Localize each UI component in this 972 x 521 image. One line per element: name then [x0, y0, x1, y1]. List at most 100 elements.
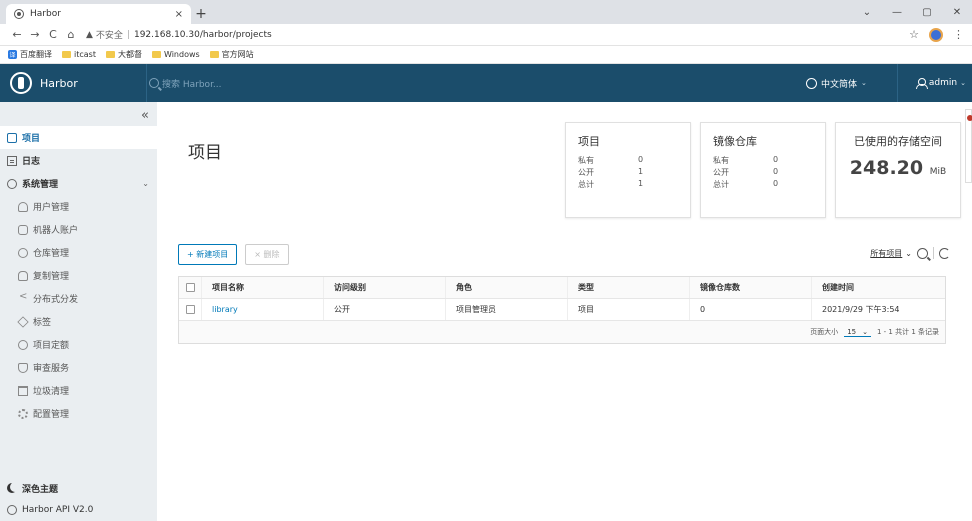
- globe-icon: [806, 77, 818, 89]
- created-time: 2021/9/29 下午3:54: [811, 299, 945, 320]
- sidebar-item-replications[interactable]: 复制管理: [0, 264, 157, 287]
- registry-icon: [18, 247, 28, 258]
- column-header-created[interactable]: 创建时间: [811, 277, 945, 298]
- url-field[interactable]: ▲ 不安全 | 192.168.10.30/harbor/projects: [86, 28, 909, 42]
- close-window-button[interactable]: ✕: [942, 7, 972, 18]
- main-area: « 项目 日志 系统管理 ⌄ 用户管理 机器人账户 仓库管理 复制管理 分布式分…: [0, 102, 972, 521]
- global-search-input[interactable]: 搜索 Harbor...: [149, 77, 222, 90]
- bookmark-star-icon[interactable]: ☆: [909, 28, 919, 41]
- sidebar-item-logs[interactable]: 日志: [0, 149, 157, 172]
- users-icon: [18, 201, 28, 212]
- bookmark-label: itcast: [74, 50, 96, 59]
- home-button[interactable]: ⌂: [62, 28, 80, 41]
- warning-icon[interactable]: ▲: [86, 30, 93, 40]
- dark-theme-toggle[interactable]: 深色主题: [0, 477, 157, 499]
- sidebar-item-label: 分布式分发: [33, 295, 79, 305]
- harbor-logo[interactable]: Harbor: [0, 64, 147, 102]
- harbor-header: Harbor 搜索 Harbor... 中文简体 ⌄ admin ⌄: [0, 64, 972, 102]
- sidebar-item-projects[interactable]: 项目: [0, 126, 157, 149]
- projects-table: 项目名称 访问级别 角色 类型 镜像仓库数 创建时间 library 公开 项目…: [178, 276, 946, 344]
- profile-avatar[interactable]: [929, 27, 943, 42]
- side-panel-tab[interactable]: [965, 109, 972, 183]
- search-icon[interactable]: [917, 247, 928, 259]
- stat-row: 公开 0: [713, 167, 813, 179]
- quota-icon: [18, 339, 28, 350]
- column-header-role[interactable]: 角色: [445, 277, 567, 298]
- pagination-summary: 1 - 1 共计 1 条记录: [876, 328, 939, 336]
- sidebar-item-label: 配置管理: [33, 410, 70, 420]
- bookmark-itcast[interactable]: itcast: [62, 50, 96, 59]
- card-title: 已使用的存储空间: [854, 135, 942, 148]
- divider: [933, 247, 934, 259]
- sidebar: « 项目 日志 系统管理 ⌄ 用户管理 机器人账户 仓库管理 复制管理 分布式分…: [0, 102, 157, 521]
- project-name-link[interactable]: library: [201, 299, 323, 320]
- forward-button[interactable]: →: [26, 28, 44, 41]
- minimize-button[interactable]: —: [882, 7, 912, 18]
- sidebar-item-distribution[interactable]: 分布式分发: [0, 287, 157, 310]
- stat-value: 0: [773, 167, 779, 176]
- role: 项目管理员: [445, 299, 567, 320]
- page-size-select[interactable]: 15 ⌄: [844, 328, 871, 337]
- header-right: 中文简体 ⌄ admin ⌄: [806, 64, 972, 102]
- project-filter-dropdown[interactable]: 所有项目 ⌄: [870, 248, 912, 259]
- new-tab-button[interactable]: +: [191, 4, 211, 24]
- sidebar-item-users[interactable]: 用户管理: [0, 195, 157, 218]
- bookmark-windows[interactable]: Windows: [151, 50, 200, 59]
- collapse-sidebar-button[interactable]: «: [0, 108, 157, 126]
- sidebar-item-robots[interactable]: 机器人账户: [0, 218, 157, 241]
- select-all-checkbox[interactable]: [186, 283, 195, 292]
- summary-cards: 项目 私有 0 公开 1 总计 1 镜像仓库 私有 0 公开 0 总计 0 已使用的存储空间…: [565, 122, 961, 218]
- maximize-button[interactable]: ▢: [912, 7, 942, 18]
- row-checkbox[interactable]: [186, 305, 195, 314]
- storage-value: 248.20 MiB: [848, 157, 948, 179]
- search-placeholder: 搜索 Harbor...: [162, 79, 222, 90]
- bookmark-label: Windows: [163, 50, 200, 59]
- sidebar-item-scanners[interactable]: 审查服务: [0, 356, 157, 379]
- repositories-card: 镜像仓库 私有 0 公开 0 总计 0: [700, 122, 826, 218]
- sidebar-item-quotas[interactable]: 项目定额: [0, 333, 157, 356]
- browser-tab[interactable]: Harbor ×: [6, 4, 191, 24]
- stat-label: 公开: [578, 168, 594, 177]
- sidebar-item-label: 项目定额: [33, 341, 70, 351]
- table-toolbar: + 新建项目 × 删除: [178, 244, 289, 265]
- tab-title: Harbor: [30, 9, 61, 19]
- sidebar-group-admin[interactable]: 系统管理 ⌄: [0, 172, 157, 195]
- stat-row: 私有 0: [578, 155, 678, 167]
- api-link[interactable]: Harbor API V2.0: [0, 499, 157, 521]
- bookmark-label: 官方网站: [221, 50, 254, 59]
- back-button[interactable]: ←: [8, 28, 26, 41]
- filter-label: 所有项目: [870, 248, 903, 258]
- share-icon: [18, 291, 28, 304]
- tab-search-icon[interactable]: ⌄: [852, 7, 882, 18]
- sidebar-item-labels[interactable]: 标签: [0, 310, 157, 333]
- sidebar-item-label: 仓库管理: [33, 249, 70, 259]
- sidebar-item-label: 深色主题: [22, 484, 59, 495]
- new-project-button[interactable]: + 新建项目: [178, 244, 238, 265]
- refresh-icon[interactable]: [939, 247, 950, 259]
- page-size-label: 页面大小: [810, 328, 839, 336]
- sidebar-item-gc[interactable]: 垃圾清理: [0, 379, 157, 402]
- browser-menu-icon[interactable]: ⋮: [953, 28, 964, 41]
- column-header-access[interactable]: 访问级别: [323, 277, 445, 298]
- user-menu[interactable]: admin ⌄: [898, 77, 972, 89]
- column-header-name[interactable]: 项目名称: [201, 277, 323, 298]
- tab-close-icon[interactable]: ×: [175, 9, 183, 20]
- storage-card: 已使用的存储空间 248.20 MiB: [835, 122, 961, 218]
- column-header-type[interactable]: 类型: [567, 277, 689, 298]
- bookmark-daduyu[interactable]: 大都督: [105, 49, 142, 60]
- folder-icon: [105, 51, 115, 58]
- url-text: 192.168.10.30/harbor/projects: [133, 29, 272, 40]
- sidebar-item-config[interactable]: 配置管理: [0, 402, 157, 425]
- column-header-repo-count[interactable]: 镜像仓库数: [689, 277, 811, 298]
- reload-button[interactable]: C: [44, 28, 62, 41]
- translate-icon: 译: [8, 50, 17, 59]
- language-dropdown[interactable]: 中文简体 ⌄: [806, 64, 898, 102]
- folder-icon: [151, 51, 161, 58]
- bookmark-baidu[interactable]: 译百度翻译: [8, 49, 52, 60]
- chevron-down-icon: ⌄: [142, 179, 149, 188]
- delete-button[interactable]: × 删除: [245, 244, 289, 265]
- stat-value: 1: [638, 167, 644, 176]
- bookmark-official[interactable]: 官方网站: [209, 49, 254, 60]
- gear-icon: [18, 408, 28, 419]
- sidebar-item-registries[interactable]: 仓库管理: [0, 241, 157, 264]
